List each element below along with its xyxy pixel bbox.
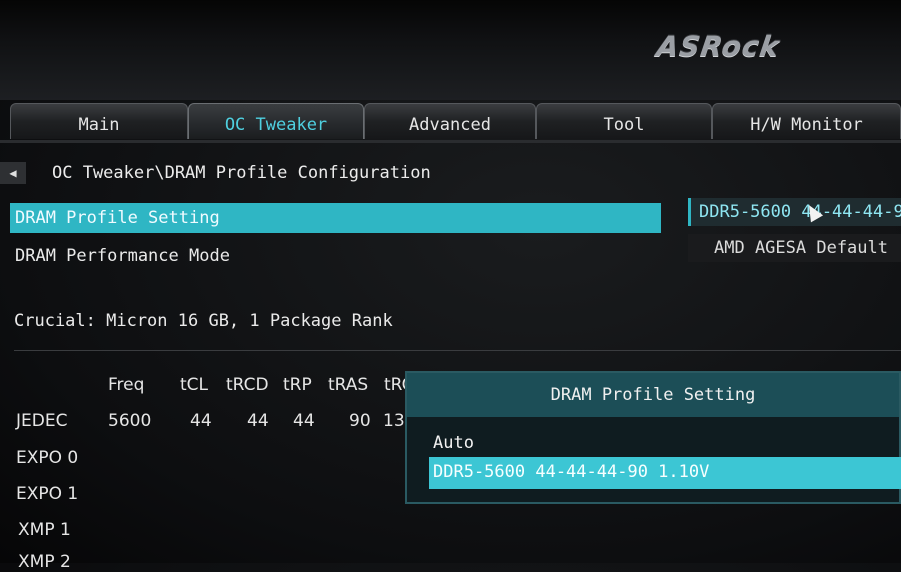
breadcrumb: ◀ OC Tweaker\DRAM Profile Configuration (0, 160, 901, 186)
section-divider (14, 350, 901, 351)
popup-option-ddr5-5600-label: DDR5-5600 44-44-44-90 1.10V (433, 462, 710, 482)
dram-profile-setting-row[interactable]: DRAM Profile Setting (10, 203, 661, 233)
jedec-tras: 90 (349, 411, 371, 431)
back-arrow-icon[interactable]: ◀ (0, 162, 26, 184)
tab-main[interactable]: Main (10, 103, 188, 139)
jedec-tcl: 44 (190, 411, 212, 431)
header-tcl: tCL (180, 375, 209, 395)
asrock-logo: ASRock (654, 30, 782, 63)
dram-profile-popup: DRAM Profile Setting Auto DDR5-5600 44-4… (405, 371, 901, 504)
tab-advanced[interactable]: Advanced (364, 103, 536, 139)
popup-option-ddr5-5600[interactable]: DDR5-5600 44-44-44-90 1.10V (429, 457, 901, 489)
tab-bar: Main OC Tweaker Advanced Tool H/W Monito… (6, 103, 901, 143)
row-expo0-name: EXPO 0 (16, 448, 79, 468)
jedec-trp: 44 (293, 411, 315, 431)
dram-profile-setting-value[interactable]: DDR5-5600 44-44-44-90 1.10V (688, 198, 901, 226)
row-jedec-name: JEDEC (16, 411, 68, 431)
header-trcd: tRCD (226, 375, 269, 395)
header-freq: Freq (108, 375, 145, 395)
tab-hw-monitor[interactable]: H/W Monitor (712, 103, 901, 139)
tab-oc-tweaker[interactable]: OC Tweaker (188, 103, 364, 139)
header-trp: tRP (283, 375, 312, 395)
jedec-freq: 5600 (108, 411, 152, 431)
popup-title: DRAM Profile Setting (407, 373, 899, 417)
breadcrumb-path: OC Tweaker\DRAM Profile Configuration (52, 163, 431, 183)
row-xmp1-name: XMP 1 (18, 520, 71, 540)
header-tras: tRAS (328, 375, 369, 395)
dram-performance-mode-value[interactable]: AMD AGESA Default (688, 234, 901, 262)
tab-underline (0, 140, 901, 143)
tab-tool[interactable]: Tool (536, 103, 712, 139)
dram-performance-mode-label[interactable]: DRAM Performance Mode (15, 246, 230, 266)
row-xmp2-name: XMP 2 (18, 552, 71, 572)
popup-option-auto[interactable]: Auto (433, 433, 474, 453)
dram-profile-setting-label: DRAM Profile Setting (15, 208, 220, 228)
row-expo1-name: EXPO 1 (16, 484, 79, 504)
memory-module-info: Crucial: Micron 16 GB, 1 Package Rank (14, 311, 393, 331)
jedec-trcd: 44 (247, 411, 269, 431)
